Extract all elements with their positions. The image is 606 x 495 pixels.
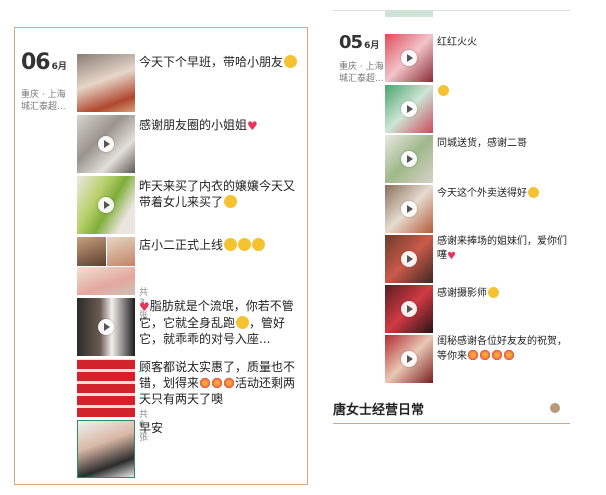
- post-text-content: 今天这个外卖送得好: [437, 188, 527, 199]
- date-label: 05 6月: [339, 32, 379, 53]
- post-video[interactable]: [385, 285, 433, 333]
- grin-emoji-icon: [488, 287, 499, 298]
- play-icon[interactable]: [401, 351, 417, 367]
- post-text: 感谢摄影师: [437, 287, 567, 301]
- post-video[interactable]: [385, 335, 433, 383]
- post-video[interactable]: [385, 235, 433, 283]
- heart-icon: ♥: [247, 119, 258, 133]
- post-text-content: 感谢朋友圈的小姐姐: [139, 118, 248, 132]
- party-popper-icon: [199, 377, 212, 389]
- post-text: 店小二正式上线: [139, 237, 299, 253]
- post-text: 今天这个外卖送得好: [437, 187, 567, 201]
- divider: [333, 423, 570, 424]
- post-text: 昨天来买了内衣的嬢嬢今天又带着女儿来买了: [139, 178, 299, 210]
- grin-emoji-icon: [284, 55, 298, 68]
- post-photo[interactable]: [77, 54, 135, 112]
- play-icon[interactable]: [401, 151, 417, 167]
- location-line1: 重庆 · 上海: [21, 90, 66, 100]
- post-photo[interactable]: [77, 420, 135, 478]
- post-text: 感谢朋友圈的小姐姐♥: [139, 117, 297, 134]
- post-video[interactable]: [385, 34, 433, 82]
- date-day: 05: [339, 32, 363, 53]
- yum-emoji-icon: [528, 187, 539, 198]
- grin-emoji-icon: [238, 238, 252, 251]
- post-text: 早安: [139, 420, 299, 436]
- grin-emoji-icon: [252, 238, 266, 251]
- play-icon[interactable]: [401, 251, 417, 267]
- location-line1: 重庆 · 上海: [339, 62, 384, 72]
- post-text: 同城送货，感谢二哥: [437, 138, 527, 149]
- fireworks-icon: [467, 349, 479, 361]
- play-icon[interactable]: [401, 50, 417, 66]
- accent-dot-icon: [550, 403, 560, 413]
- post-text: 红红火火: [437, 37, 477, 48]
- post-video[interactable]: [385, 185, 433, 233]
- location-label: 重庆 · 上海 城汇泰超...: [339, 61, 384, 85]
- post-text-content: 店小二正式上线: [139, 238, 224, 252]
- post-text: 感谢来捧场的姐妹们，爱你们噻♥: [437, 235, 567, 264]
- date-month: 6月: [51, 62, 67, 72]
- fireworks-icon: [503, 349, 515, 361]
- post-text: 闺秘感谢各位好友友的祝贺，等你来: [437, 335, 567, 364]
- post-text: [437, 85, 567, 99]
- post-text: 顾客都说太实惠了，质量也不错，划得来 活动还剩两天只有两天了噢: [139, 359, 299, 407]
- post-photo[interactable]: [77, 267, 135, 295]
- date-month: 6月: [364, 41, 380, 51]
- fireworks-icon: [479, 349, 491, 361]
- grin-emoji-icon: [438, 85, 449, 96]
- play-icon[interactable]: [98, 136, 114, 152]
- post-photo[interactable]: [77, 237, 106, 266]
- post-video[interactable]: [385, 135, 433, 183]
- play-icon[interactable]: [98, 197, 114, 213]
- heart-icon: ♥: [139, 300, 150, 314]
- date-day: 06: [21, 50, 51, 75]
- post-video[interactable]: [385, 85, 433, 133]
- post-video[interactable]: [77, 298, 135, 356]
- post-text-content: 感谢来捧场的姐妹们，爱你们噻: [437, 236, 567, 261]
- play-icon[interactable]: [401, 101, 417, 117]
- divider: [333, 10, 570, 11]
- party-popper-icon: [211, 377, 224, 389]
- moments-day-panel-june-5: 05 6月 重庆 · 上海 城汇泰超... 红红火火 同城送货，感谢二哥 今天这个…: [333, 10, 570, 426]
- grin-emoji-icon: [224, 195, 238, 208]
- grin-emoji-icon: [224, 238, 238, 251]
- party-popper-icon: [223, 377, 236, 389]
- location-line2: 城汇泰超...: [21, 102, 66, 112]
- location-label: 重庆 · 上海 城汇泰超...: [21, 89, 66, 113]
- heart-icon: ♥: [447, 251, 456, 262]
- post-photo[interactable]: [107, 237, 135, 266]
- post-text-content: 感谢摄影师: [437, 288, 487, 299]
- post-text-content: 早安: [139, 421, 164, 435]
- location-line2: 城汇泰超...: [339, 74, 384, 84]
- post-photo-partial[interactable]: [385, 10, 433, 17]
- play-icon[interactable]: [98, 319, 114, 335]
- post-text-content: 昨天来买了内衣的嬢嬢今天又带着女儿来买了: [139, 179, 296, 209]
- date-label: 06 6月: [21, 50, 67, 75]
- post-photo[interactable]: [77, 359, 135, 417]
- moments-day-panel-june-6: 06 6月 重庆 · 上海 城汇泰超... 今天下个早班，带哈小朋友 感谢朋友圈的…: [14, 27, 308, 485]
- fireworks-icon: [491, 349, 503, 361]
- post-text: 今天下个早班，带哈小朋友: [139, 54, 298, 70]
- sweat-emoji-icon: [236, 316, 250, 329]
- play-icon[interactable]: [401, 201, 417, 217]
- section-title: 唐女士经营日常: [333, 403, 425, 418]
- post-video[interactable]: [77, 176, 135, 234]
- post-text-content: 今天下个早班，带哈小朋友: [139, 55, 284, 69]
- play-icon[interactable]: [401, 301, 417, 317]
- post-text: ♥脂肪就是个流氓，你若不管它，它就全身乱跑 ，管好它，就乖乖的对号入座...: [139, 298, 299, 347]
- post-video[interactable]: [77, 115, 135, 173]
